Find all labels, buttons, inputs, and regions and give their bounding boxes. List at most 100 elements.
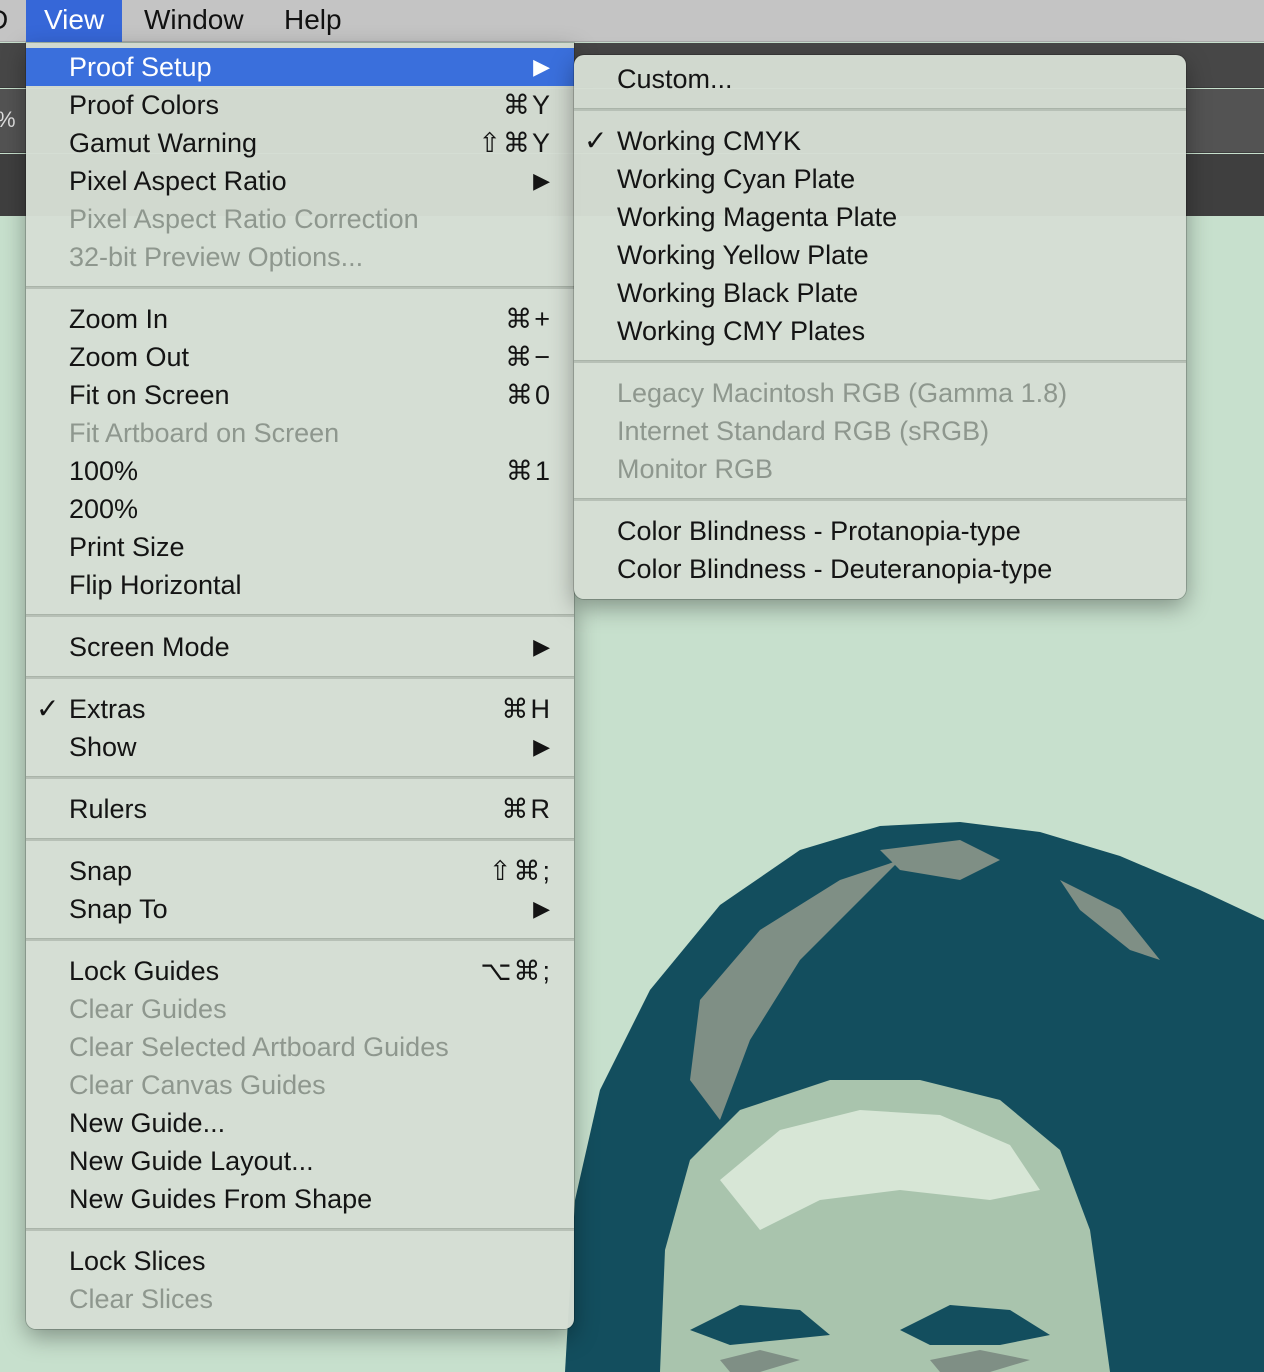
menu-item-label: Lock Slices xyxy=(69,1246,206,1276)
menu-item-label: Working CMYK xyxy=(617,126,802,156)
menu-item-working-cmyk[interactable]: ✓ Working CMYK xyxy=(574,122,1186,160)
menu-item-working-black-plate[interactable]: Working Black Plate xyxy=(574,274,1186,312)
menu-item-label: Monitor RGB xyxy=(617,454,774,484)
menu-item-flip-horizontal[interactable]: Flip Horizontal xyxy=(26,566,574,604)
menu-item-100[interactable]: 100% ⌘1 xyxy=(26,452,574,490)
menu-separator xyxy=(26,676,574,679)
menu-item-extras[interactable]: ✓ Extras ⌘H xyxy=(26,690,574,728)
menu-item-proof-setup[interactable]: Proof Setup ▶ xyxy=(26,48,574,86)
menu-item-label: Working Magenta Plate xyxy=(617,202,898,232)
menu-item-label: Fit on Screen xyxy=(69,380,230,410)
submenu-arrow-icon: ▶ xyxy=(533,896,550,921)
menu-item-label: Proof Colors xyxy=(69,90,220,120)
menu-item-label: Rulers xyxy=(69,794,148,824)
menu-item-label: 32-bit Preview Options... xyxy=(69,242,364,272)
menu-item-zoom-in[interactable]: Zoom In ⌘+ xyxy=(26,300,574,338)
menu-item-lock-slices[interactable]: Lock Slices xyxy=(26,1242,574,1280)
menu-item-label: New Guide... xyxy=(69,1108,226,1138)
menu-item-new-guide-layout[interactable]: New Guide Layout... xyxy=(26,1142,574,1180)
menu-item-fit-artboard-on-screen: Fit Artboard on Screen xyxy=(26,414,574,452)
menu-item-label: Color Blindness - Deuteranopia-type xyxy=(617,554,1053,584)
menu-item-custom[interactable]: Custom... xyxy=(574,60,1186,98)
menu-item-label: Working Yellow Plate xyxy=(617,240,869,270)
menu-item-label: Legacy Macintosh RGB (Gamma 1.8) xyxy=(617,378,1068,408)
menu-item-32-bit-preview-options: 32-bit Preview Options... xyxy=(26,238,574,276)
menu-separator xyxy=(26,286,574,289)
menu-item-color-blindness-deuteranopia-type[interactable]: Color Blindness - Deuteranopia-type xyxy=(574,550,1186,588)
submenu-arrow-icon: ▶ xyxy=(533,168,550,193)
menu-item-clear-canvas-guides: Clear Canvas Guides xyxy=(26,1066,574,1104)
menu-item-clear-slices: Clear Slices xyxy=(26,1280,574,1318)
keyboard-shortcut: ⌘Y xyxy=(502,90,552,120)
menu-item-lock-guides[interactable]: Lock Guides ⌥⌘; xyxy=(26,952,574,990)
menu-item-show[interactable]: Show ▶ xyxy=(26,728,574,766)
menu-item-label: New Guide Layout... xyxy=(69,1146,314,1176)
menu-item-working-cmy-plates[interactable]: Working CMY Plates xyxy=(574,312,1186,350)
menu-item-working-magenta-plate[interactable]: Working Magenta Plate xyxy=(574,198,1186,236)
menu-item-label: Lock Guides xyxy=(69,956,220,986)
menu-item-label: Custom... xyxy=(617,64,733,94)
menu-item-label: Zoom Out xyxy=(69,342,190,372)
menu-separator xyxy=(26,838,574,841)
menu-item-label: Working CMY Plates xyxy=(617,316,866,346)
submenu-arrow-icon: ▶ xyxy=(533,54,550,79)
menu-item-monitor-rgb: Monitor RGB xyxy=(574,450,1186,488)
submenu-arrow-icon: ▶ xyxy=(533,634,550,659)
menu-item-label: Proof Setup xyxy=(69,52,212,82)
menu-item-clear-selected-artboard-guides: Clear Selected Artboard Guides xyxy=(26,1028,574,1066)
menu-item-clear-guides: Clear Guides xyxy=(26,990,574,1028)
menu-item-zoom-out[interactable]: Zoom Out ⌘− xyxy=(26,338,574,376)
keyboard-shortcut: ⌥⌘; xyxy=(480,956,552,986)
keyboard-shortcut: ⇧⌘; xyxy=(488,856,552,886)
menu-item-label: Pixel Aspect Ratio xyxy=(69,166,287,196)
keyboard-shortcut: ⌘+ xyxy=(505,304,552,334)
menu-item-new-guide[interactable]: New Guide... xyxy=(26,1104,574,1142)
menu-item-gamut-warning[interactable]: Gamut Warning ⇧⌘Y xyxy=(26,124,574,162)
menu-item-label: Clear Slices xyxy=(69,1284,214,1314)
submenu-arrow-icon: ▶ xyxy=(533,734,550,759)
menu-item-print-size[interactable]: Print Size xyxy=(26,528,574,566)
menu-item-label: Extras xyxy=(69,694,146,724)
menu-item-screen-mode[interactable]: Screen Mode ▶ xyxy=(26,628,574,666)
keyboard-shortcut: ⌘R xyxy=(501,794,552,824)
menu-item-rulers[interactable]: Rulers ⌘R xyxy=(26,790,574,828)
menu-item-label: Zoom In xyxy=(69,304,169,334)
menu-item-pixel-aspect-ratio-correction: Pixel Aspect Ratio Correction xyxy=(26,200,574,238)
menu-separator xyxy=(26,614,574,617)
menu-item-label: Print Size xyxy=(69,532,185,562)
menu-item-label: Gamut Warning xyxy=(69,128,258,158)
menu-separator xyxy=(26,1228,574,1231)
menu-item-working-yellow-plate[interactable]: Working Yellow Plate xyxy=(574,236,1186,274)
menu-item-fit-on-screen[interactable]: Fit on Screen ⌘0 xyxy=(26,376,574,414)
menu-item-label: New Guides From Shape xyxy=(69,1184,373,1214)
menu-item-label: Working Black Plate xyxy=(617,278,859,308)
menu-item-200[interactable]: 200% xyxy=(26,490,574,528)
menu-separator xyxy=(574,498,1186,501)
menu-item-snap-to[interactable]: Snap To ▶ xyxy=(26,890,574,928)
menu-separator xyxy=(574,108,1186,111)
checkmark-icon: ✓ xyxy=(36,693,60,724)
menu-separator xyxy=(574,360,1186,363)
view-menu: Proof Setup ▶ Proof Colors ⌘Y Gamut Warning ⇧… xyxy=(26,43,574,1329)
menu-separator xyxy=(26,776,574,779)
menu-item-label: Clear Canvas Guides xyxy=(69,1070,326,1100)
menu-separator xyxy=(26,938,574,941)
menu-item-internet-standard-rgb-srgb: Internet Standard RGB (sRGB) xyxy=(574,412,1186,450)
menu-item-label: 100% xyxy=(69,456,139,486)
menu-item-label: Pixel Aspect Ratio Correction xyxy=(69,204,419,234)
keyboard-shortcut: ⌘0 xyxy=(505,380,552,410)
menu-item-pixel-aspect-ratio[interactable]: Pixel Aspect Ratio ▶ xyxy=(26,162,574,200)
menu-item-proof-colors[interactable]: Proof Colors ⌘Y xyxy=(26,86,574,124)
menu-item-label: Clear Guides xyxy=(69,994,227,1024)
keyboard-shortcut: ⌘− xyxy=(505,342,552,372)
proof-setup-submenu: Custom... ✓ Working CMYK Working Cyan Plate… xyxy=(574,55,1186,599)
menu-item-color-blindness-protanopia-type[interactable]: Color Blindness - Protanopia-type xyxy=(574,512,1186,550)
menu-item-new-guides-from-shape[interactable]: New Guides From Shape xyxy=(26,1180,574,1218)
menu-item-label: Show xyxy=(69,732,137,762)
menu-item-snap[interactable]: Snap ⇧⌘; xyxy=(26,852,574,890)
menu-item-label: Working Cyan Plate xyxy=(617,164,856,194)
keyboard-shortcut: ⌘H xyxy=(501,694,552,724)
keyboard-shortcut: ⌘1 xyxy=(505,456,552,486)
menu-item-working-cyan-plate[interactable]: Working Cyan Plate xyxy=(574,160,1186,198)
menu-item-label: 200% xyxy=(69,494,139,524)
